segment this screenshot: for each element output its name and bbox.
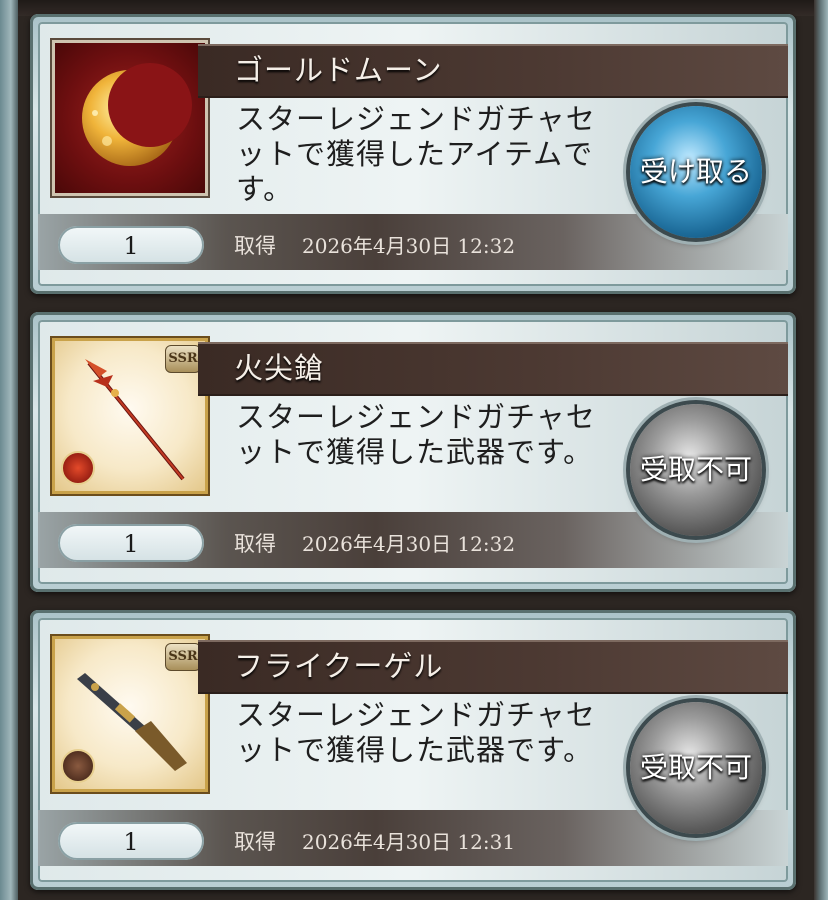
item-description: スターレジェンドガチャセットで獲得した武器です。 [236,698,596,767]
item-quantity: 1 [58,524,204,562]
element-icon [61,749,95,783]
spear-icon: SSR [52,338,208,494]
date-value: 2026年4月30日 12:32 [302,532,516,556]
receive-button[interactable]: 受け取る [630,106,762,238]
item-name: 火尖鎗 [234,351,325,385]
card-body: ゴールドムーン スターレジェンドガチャセットで獲得したアイテムです。 1 取得 … [38,22,788,286]
gift-item-card: ゴールドムーン スターレジェンドガチャセットで獲得したアイテムです。 1 取得 … [30,14,796,294]
unavailable-button[interactable]: 受取不可 [630,702,762,834]
ssr-badge: SSR [165,643,201,671]
date-label: 取得 [234,234,276,258]
item-description: スターレジェンドガチャセットで獲得したアイテムです。 [236,102,596,206]
fire-element-icon [61,451,95,485]
item-quantity: 1 [58,822,204,860]
item-name: フライクーゲル [234,649,444,683]
date-label: 取得 [234,532,276,556]
card-body: SSR フライクーゲル スターレジェンドガチャセットで獲得した武器です。 1 取… [38,618,788,882]
item-quantity: 1 [58,226,204,264]
gift-item-card: SSR フライクーゲル スターレジェンドガチャセットで獲得した武器です。 1 取… [30,610,796,890]
item-name: ゴールドムーン [234,53,443,87]
gold-moon-icon [52,40,208,196]
gift-item-card: SSR 火尖鎗 スターレジェンドガチャセットで獲得した武器です。 1 取得 20… [30,312,796,592]
ssr-badge: SSR [165,345,201,373]
date-value: 2026年4月30日 12:32 [302,234,516,258]
card-body: SSR 火尖鎗 スターレジェンドガチャセットで獲得した武器です。 1 取得 20… [38,320,788,584]
gun-icon: SSR [52,636,208,792]
right-frame [814,0,828,900]
unavailable-button[interactable]: 受取不可 [630,404,762,536]
item-description: スターレジェンドガチャセットで獲得した武器です。 [236,400,596,469]
date-value: 2026年4月30日 12:31 [302,830,516,854]
date-label: 取得 [234,830,276,854]
left-frame [0,0,18,900]
